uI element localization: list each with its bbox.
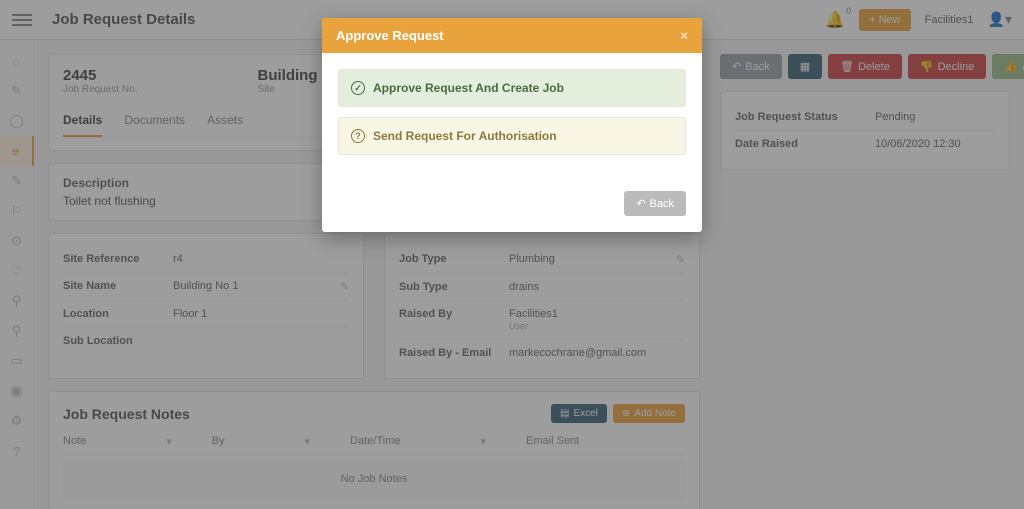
approve-modal: Approve Request × ✓ Approve Request And … [322, 18, 702, 232]
check-circle-icon: ✓ [351, 81, 365, 95]
close-icon[interactable]: × [680, 28, 688, 43]
modal-back-button[interactable]: ↶ Back [624, 191, 686, 216]
option-send-authorisation[interactable]: ? Send Request For Authorisation [338, 117, 686, 155]
modal-title: Approve Request [336, 28, 444, 43]
question-circle-icon: ? [351, 129, 365, 143]
option-approve-create-job[interactable]: ✓ Approve Request And Create Job [338, 69, 686, 107]
modal-overlay: Approve Request × ✓ Approve Request And … [0, 0, 1024, 509]
